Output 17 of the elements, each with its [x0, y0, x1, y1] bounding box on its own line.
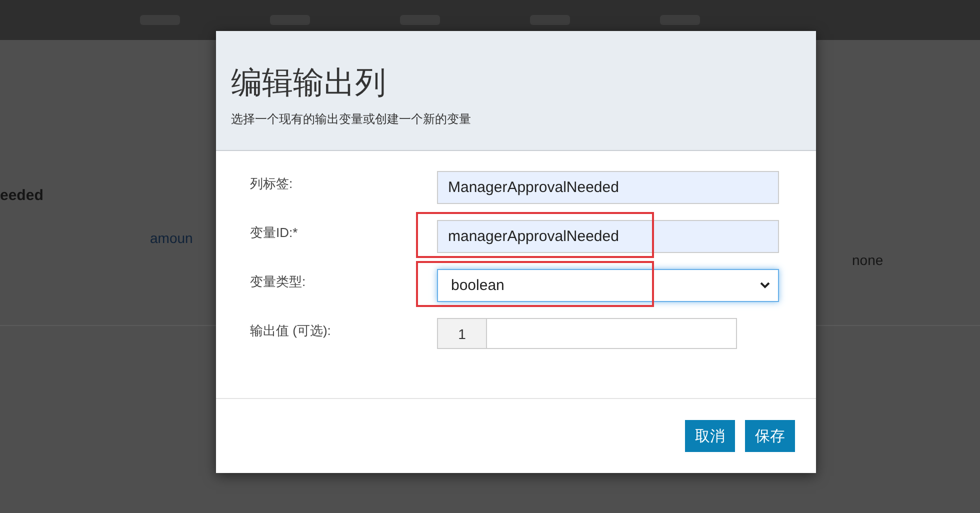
- dialog-title: 编辑输出列: [231, 65, 387, 101]
- field-label: 变量类型:: [250, 273, 307, 291]
- caret-icon: [760, 282, 770, 289]
- background-text: none: [852, 252, 884, 268]
- input-addon: 1: [437, 318, 487, 349]
- dialog-subtitle: 选择一个现有的输出变量或创建一个新的变量: [231, 111, 472, 128]
- select-field[interactable]: boolean: [437, 269, 779, 302]
- background-text: eeded: [0, 187, 44, 204]
- field-label: 变量ID:*: [250, 224, 299, 242]
- text-field[interactable]: ManagerApprovalNeeded: [437, 171, 779, 204]
- dialog-button[interactable]: 取消: [685, 420, 735, 452]
- input-field[interactable]: [487, 318, 737, 349]
- background-text: amoun: [150, 230, 193, 246]
- field-label: 列标签:: [250, 175, 294, 193]
- dialog-button[interactable]: 保存: [745, 420, 795, 452]
- field-label: 输出值 (可选):: [250, 322, 332, 340]
- text-field[interactable]: managerApprovalNeeded: [437, 220, 779, 253]
